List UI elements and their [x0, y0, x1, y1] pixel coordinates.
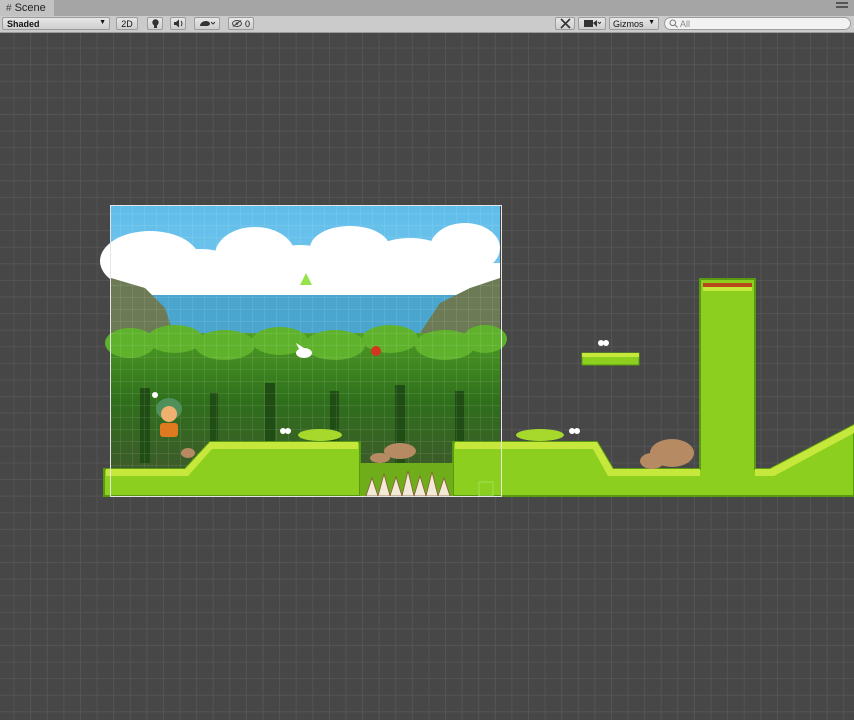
scene-toolbar: Shaded ▼ 2D 0 Gizmos ▼ All: [0, 16, 854, 33]
scene-tab-bar: # Scene: [0, 0, 854, 17]
audio-toggle[interactable]: [170, 17, 186, 30]
tools-icon: [559, 18, 571, 29]
chevron-down-icon: ▼: [648, 19, 655, 26]
scene-tab[interactable]: # Scene: [0, 0, 54, 16]
scene-grid-icon: #: [6, 2, 12, 14]
floating-platform-top: [582, 353, 639, 357]
camera-icon: [584, 20, 601, 27]
gizmos-dropdown[interactable]: Gizmos ▼: [609, 17, 659, 30]
effects-icon: [200, 21, 216, 26]
scene-tab-label: Scene: [14, 2, 46, 14]
tab-menu-icon[interactable]: [836, 2, 848, 12]
level-scene: [100, 206, 854, 497]
red-fruit: [371, 346, 381, 356]
gizmos-label: Gizmos: [613, 18, 644, 29]
hidden-objects-toggle[interactable]: 0: [228, 17, 254, 30]
lighting-icon: [151, 18, 159, 28]
hidden-objects-count: 0: [244, 18, 250, 29]
2d-mode-label: 2D: [121, 18, 133, 29]
eye-icon: [231, 20, 242, 27]
search-placeholder: All: [680, 18, 691, 29]
2d-mode-toggle[interactable]: 2D: [116, 17, 138, 30]
draw-mode-label: Shaded: [7, 18, 40, 29]
lighting-toggle[interactable]: [147, 17, 163, 30]
camera-settings-button[interactable]: [578, 17, 606, 30]
effects-toggle[interactable]: [194, 17, 220, 30]
scene-viewport[interactable]: [0, 33, 854, 720]
audio-icon: [173, 19, 182, 28]
search-icon: [669, 19, 678, 28]
pillar-cap: [703, 283, 752, 287]
draw-mode-dropdown[interactable]: Shaded ▼: [2, 17, 110, 30]
search-input[interactable]: All: [664, 17, 851, 30]
tools-button[interactable]: [555, 17, 575, 30]
chevron-down-icon: ▼: [99, 19, 106, 26]
